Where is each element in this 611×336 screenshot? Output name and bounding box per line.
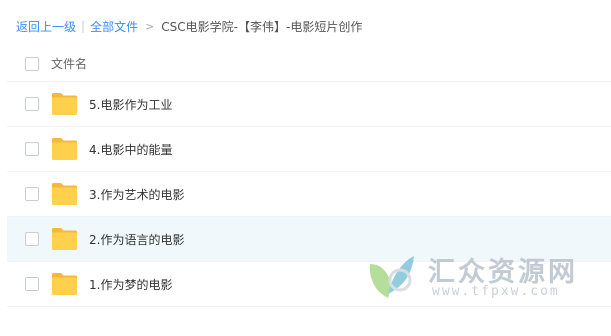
breadcrumb-arrow: >: [145, 19, 155, 33]
list-header: 文件名: [7, 46, 611, 82]
breadcrumb-separator: |: [81, 19, 86, 33]
watermark-url: www.tfpxw.com: [432, 284, 560, 299]
folder-name[interactable]: 2.作为语言的电影: [89, 231, 184, 248]
row-checkbox[interactable]: [25, 232, 39, 246]
folder-name[interactable]: 5.电影作为工业: [89, 96, 172, 113]
folder-icon: [51, 136, 78, 161]
file-list-page: 返回上一级 | 全部文件 > CSC电影学院-【李伟】-电影短片创作 文件名 5…: [0, 0, 611, 336]
all-files-link[interactable]: 全部文件: [90, 18, 138, 35]
folder-name[interactable]: 4.电影中的能量: [89, 141, 172, 158]
row-checkbox[interactable]: [25, 187, 39, 201]
watermark: 汇众资源网 www.tfpxw.com: [366, 248, 611, 308]
leaf-logo-icon: [366, 250, 418, 302]
folder-icon: [51, 181, 78, 206]
row-checkbox[interactable]: [25, 277, 39, 291]
row-checkbox[interactable]: [25, 97, 39, 111]
current-folder-name: CSC电影学院-【李伟】-电影短片创作: [161, 19, 363, 34]
select-all-checkbox[interactable]: [25, 56, 39, 71]
folder-name[interactable]: 3.作为艺术的电影: [89, 186, 184, 203]
row-checkbox[interactable]: [25, 142, 39, 156]
filename-column-header[interactable]: 文件名: [51, 55, 87, 72]
folder-icon: [51, 271, 78, 296]
folder-icon: [51, 91, 78, 116]
breadcrumb: 返回上一级 | 全部文件 > CSC电影学院-【李伟】-电影短片创作: [16, 16, 362, 36]
list-item[interactable]: 3.作为艺术的电影: [7, 172, 611, 217]
list-item[interactable]: 5.电影作为工业: [7, 82, 611, 127]
list-item[interactable]: 4.电影中的能量: [7, 127, 611, 172]
folder-icon: [51, 226, 78, 251]
back-link[interactable]: 返回上一级: [16, 18, 76, 35]
folder-name[interactable]: 1.作为梦的电影: [89, 276, 172, 293]
